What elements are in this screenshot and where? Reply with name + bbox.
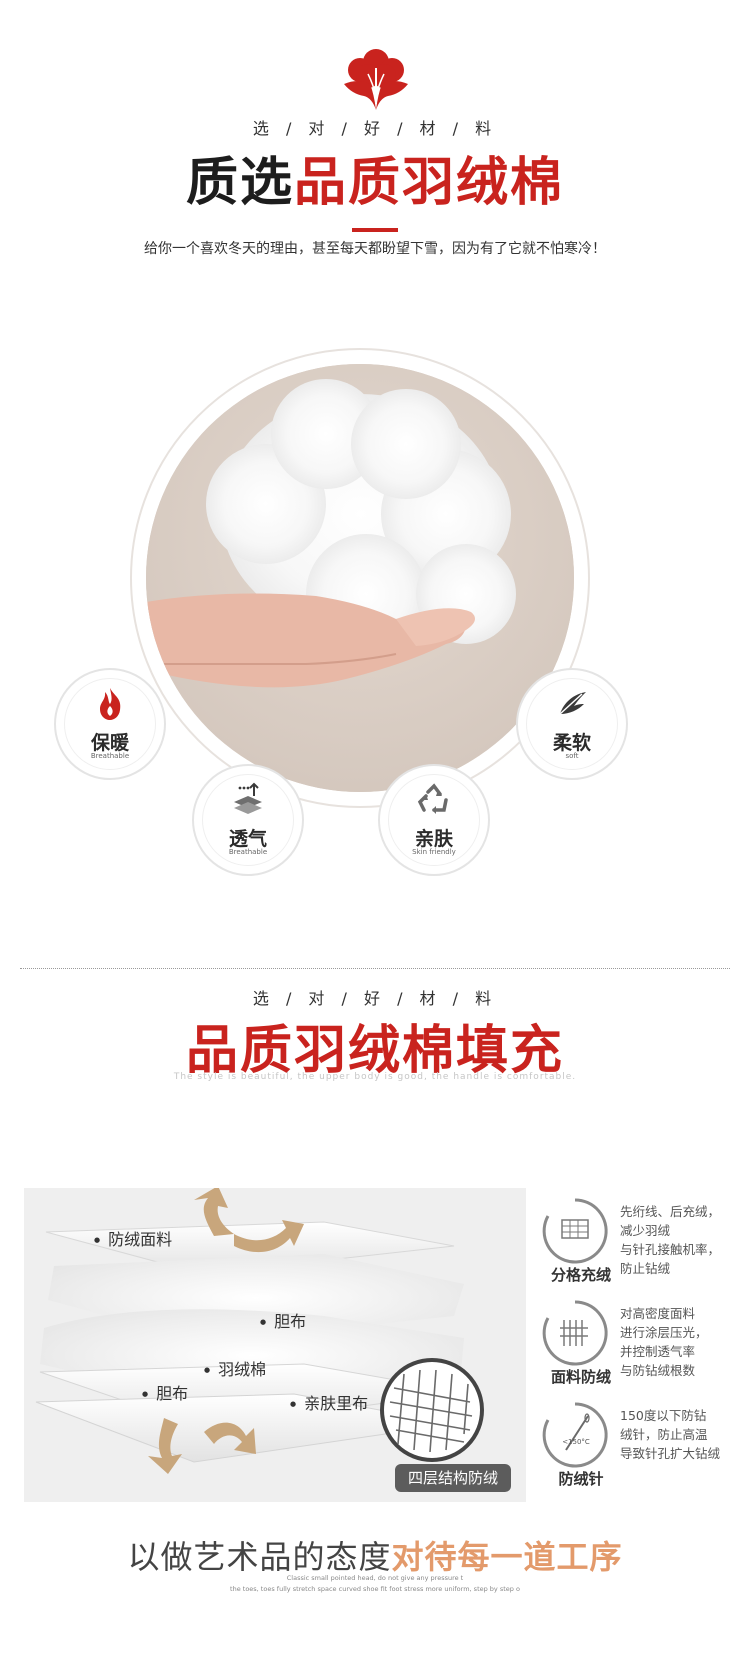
- section1-tagline: 给你一个喜欢冬天的理由，甚至每天都盼望下雪，因为有了它就不怕寒冷！: [144, 241, 606, 257]
- temperature-label: <150°C: [562, 1438, 590, 1446]
- spec-line: 防止钻绒: [620, 1261, 671, 1276]
- cotton-flower-logo-icon: [344, 49, 408, 110]
- spec-quilted-fill: 分格充绒 先绗线、后充绒， 减少羽绒 与针孔接触机率， 防止钻绒: [540, 1196, 750, 1296]
- quilted-grid-icon: [542, 1198, 608, 1264]
- spec-title: 面料防绒: [550, 1368, 611, 1386]
- feather-icon: [559, 692, 586, 715]
- label-outer-fabric: 防绒面料: [94, 1226, 172, 1250]
- layers-arrow-icon: [234, 782, 262, 814]
- feature-label-cn: 保暖: [90, 732, 129, 754]
- section2-subline: The style is beautiful, the upper body i…: [173, 1072, 577, 1082]
- spec-line: 与针孔接触机率，: [620, 1242, 721, 1257]
- spec-proof-needle: <150°C 防绒针 150度以下防钻 绒针，防止高温 导致针孔扩大钻绒: [540, 1400, 750, 1500]
- label-wadding: 羽绒棉: [204, 1356, 266, 1380]
- feature-label-cn: 柔软: [552, 732, 591, 754]
- spec-description: 先绗线、后充绒， 减少羽绒 与针孔接触机率， 防止钻绒: [620, 1202, 750, 1278]
- spec-description: 150度以下防钻 绒针，防止高温 导致针孔扩大钻绒: [620, 1406, 750, 1463]
- headline-dark-part: 质选: [185, 153, 294, 213]
- slogan-orange-part: 对待每一道工序: [391, 1538, 623, 1576]
- four-layer-structure-tag: 四层结构防绒: [395, 1464, 511, 1492]
- spec-line: 先绗线、后充绒，: [620, 1204, 721, 1219]
- spec-line: 绒针，防止高温: [620, 1427, 708, 1442]
- recycle-icon: [417, 783, 448, 814]
- title-underline: [352, 228, 398, 232]
- feature-breathable: 透气 Breathable: [192, 764, 304, 876]
- fine-print-line-1: Classic small pointed head, do not give …: [286, 1574, 464, 1582]
- feature-label-cn: 透气: [228, 828, 267, 850]
- spec-title: 分格充绒: [550, 1266, 611, 1284]
- feature-label-en: Breathable: [228, 848, 268, 856]
- feature-label-en: Breathable: [90, 752, 130, 760]
- flame-icon: [100, 688, 121, 720]
- fabric-coating-icon: [542, 1300, 608, 1366]
- spec-description: 对高密度面料 进行涂层压光， 并控制透气率 与防钻绒根数: [620, 1304, 750, 1380]
- feature-label-en: soft: [565, 752, 579, 760]
- fine-print-line-2: the toes, toes fully stretch space curve…: [230, 1585, 520, 1593]
- label-liner-top: 胆布: [260, 1308, 306, 1332]
- spec-line: 对高密度面料: [620, 1306, 696, 1321]
- spec-line: 150度以下防钻: [620, 1408, 707, 1423]
- feature-skin-friendly: 亲肤 Skin friendly: [378, 764, 490, 876]
- spec-line: 与防钻绒根数: [620, 1363, 696, 1378]
- slogan-grey-part: 以做艺术品的态度: [127, 1538, 392, 1576]
- needle-icon: <150°C: [542, 1402, 608, 1468]
- label-liner-bottom: 胆布: [142, 1380, 188, 1404]
- craft-slogan: 以做艺术品的态度对待每一道工序: [0, 1532, 750, 1578]
- section1-headline: 质选品质羽绒棉: [0, 140, 750, 215]
- feature-label-en: Skin friendly: [412, 848, 456, 856]
- layer-structure-diagram: 防绒面料 胆布 羽绒棉 胆布 亲肤里布 四层结构防绒: [24, 1188, 526, 1502]
- spec-line: 并控制透气率: [620, 1344, 696, 1359]
- spec-line: 进行涂层压光，: [620, 1325, 708, 1340]
- headline-red-part: 品质羽绒棉: [294, 153, 565, 213]
- feature-softness: 柔软 soft: [516, 668, 628, 780]
- feature-label-cn: 亲肤: [414, 828, 453, 850]
- section2-kicker: 选 / 对 / 好 / 材 / 料: [252, 989, 498, 1008]
- spec-line: 减少羽绒: [620, 1223, 671, 1238]
- section-divider: [20, 968, 730, 969]
- spec-fabric-proofing: 面料防绒 对高密度面料 进行涂层压光， 并控制透气率 与防钻绒根数: [540, 1298, 750, 1398]
- spec-line: 导致针孔扩大钻绒: [620, 1446, 721, 1461]
- label-skin-lining: 亲肤里布: [290, 1390, 368, 1414]
- spec-title: 防绒针: [558, 1470, 604, 1488]
- cotton-in-hand-photo: [146, 364, 574, 792]
- feature-warmth: 保暖 Breathable: [54, 668, 166, 780]
- section1-kicker: 选 / 对 / 好 / 材 / 料: [252, 119, 498, 138]
